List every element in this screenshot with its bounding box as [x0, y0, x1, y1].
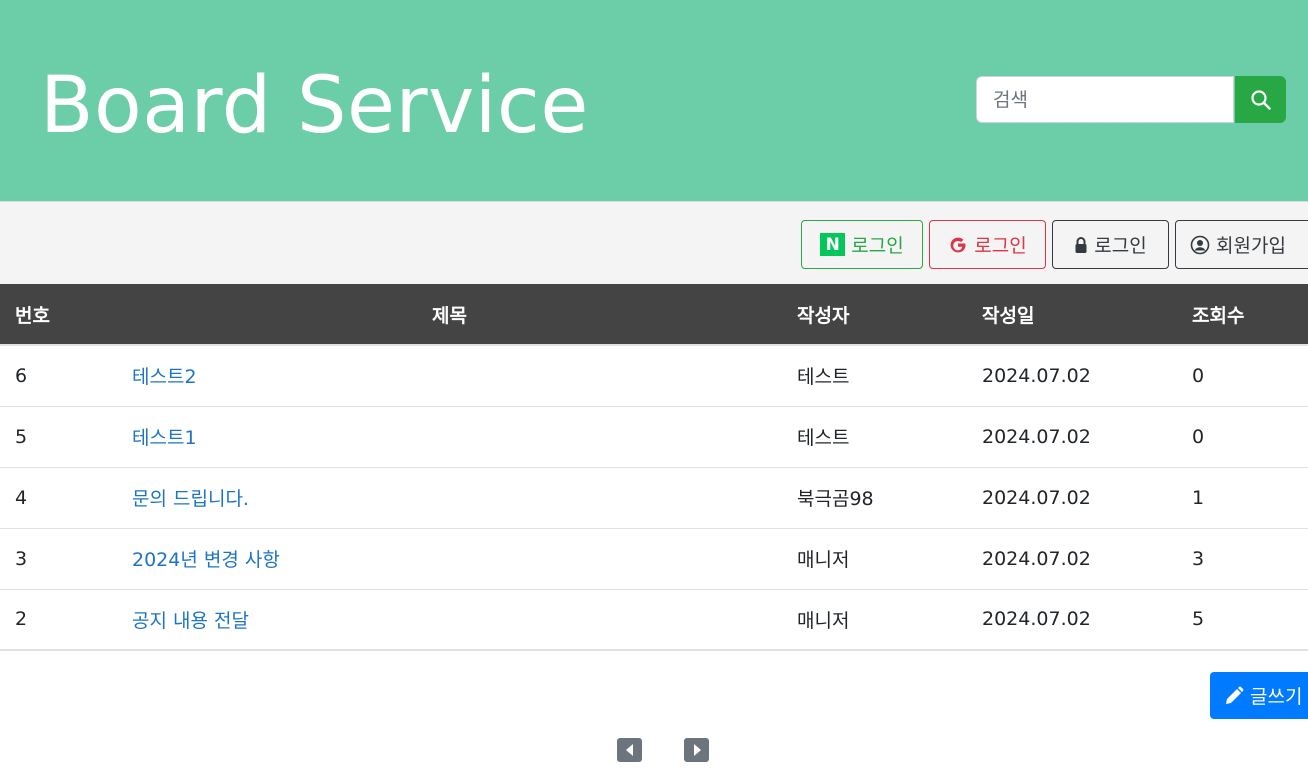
post-views: 0: [1192, 425, 1205, 448]
pencil-icon: [1226, 686, 1244, 704]
table-row: 2 공지 내용 전달 매니저 2024.07.02 5: [0, 589, 1308, 650]
next-page-button[interactable]: [684, 738, 709, 762]
header-author: 작성자: [782, 284, 967, 346]
post-number: 6: [15, 364, 28, 387]
search-icon: [1250, 89, 1271, 110]
login-button[interactable]: 로그인: [1052, 220, 1169, 269]
post-date: 2024.07.02: [982, 364, 1091, 387]
header-title: 제목: [117, 284, 782, 346]
board-table: 번호 제목 작성자 작성일 조회수 6 테스트2 테스트 2024.07.02 …: [0, 284, 1308, 651]
naver-login-label: 로그인: [851, 235, 904, 257]
post-number: 5: [15, 425, 28, 448]
post-author: 테스트: [797, 366, 850, 389]
post-views: 5: [1192, 608, 1205, 631]
post-views: 0: [1192, 364, 1205, 387]
google-login-label: 로그인: [974, 235, 1027, 257]
naver-login-button[interactable]: N 로그인: [801, 220, 923, 269]
caret-left-icon: [625, 744, 633, 756]
header-views: 조회수: [1177, 284, 1308, 346]
auth-bar: N 로그인 로그인 로그인 회원가입: [0, 201, 1308, 284]
post-number: 3: [15, 547, 28, 570]
signup-label: 회원가입: [1216, 235, 1286, 257]
post-views: 1: [1192, 486, 1205, 509]
header-number: 번호: [0, 284, 117, 346]
post-date: 2024.07.02: [982, 486, 1091, 509]
post-title-link[interactable]: 문의 드립니다.: [132, 488, 249, 510]
header-date: 작성일: [967, 284, 1177, 346]
post-author: 매니저: [797, 549, 850, 571]
page-title: Board Service: [40, 61, 589, 151]
write-label: 글쓰기: [1250, 686, 1303, 708]
post-author: 북극곰98: [797, 488, 874, 510]
table-row: 3 2024년 변경 사항 매니저 2024.07.02 3: [0, 528, 1308, 589]
post-views: 3: [1192, 547, 1205, 570]
table-row: 6 테스트2 테스트 2024.07.02 0: [0, 345, 1308, 406]
post-author: 매니저: [797, 609, 850, 632]
lock-icon: [1075, 236, 1087, 253]
table-row: 4 문의 드립니다. 북극곰98 2024.07.02 1: [0, 467, 1308, 528]
naver-icon: N: [820, 233, 846, 256]
post-title-link[interactable]: 테스트1: [132, 427, 197, 449]
write-button[interactable]: 글쓰기: [1210, 672, 1308, 719]
post-date: 2024.07.02: [982, 547, 1091, 570]
user-circle-icon: [1190, 235, 1210, 254]
caret-right-icon: [693, 744, 701, 756]
prev-page-button[interactable]: [617, 738, 642, 762]
post-title-link[interactable]: 테스트2: [132, 366, 197, 388]
table-row: 5 테스트1 테스트 2024.07.02 0: [0, 406, 1308, 467]
google-icon: [950, 237, 966, 252]
post-title-link[interactable]: 공지 내용 전달: [132, 610, 249, 632]
post-number: 2: [15, 608, 28, 631]
post-title-link[interactable]: 2024년 변경 사항: [132, 549, 280, 571]
table-header-row: 번호 제목 작성자 작성일 조회수: [0, 284, 1308, 346]
signup-button[interactable]: 회원가입: [1175, 220, 1308, 269]
post-date: 2024.07.02: [982, 608, 1091, 631]
post-number: 4: [15, 486, 28, 509]
search-button[interactable]: [1235, 76, 1286, 123]
post-date: 2024.07.02: [982, 425, 1091, 448]
post-author: 테스트: [797, 427, 850, 449]
login-label: 로그인: [1094, 235, 1147, 257]
search-input[interactable]: [976, 76, 1234, 123]
google-login-button[interactable]: 로그인: [929, 220, 1046, 269]
header: Board Service: [0, 0, 1308, 201]
